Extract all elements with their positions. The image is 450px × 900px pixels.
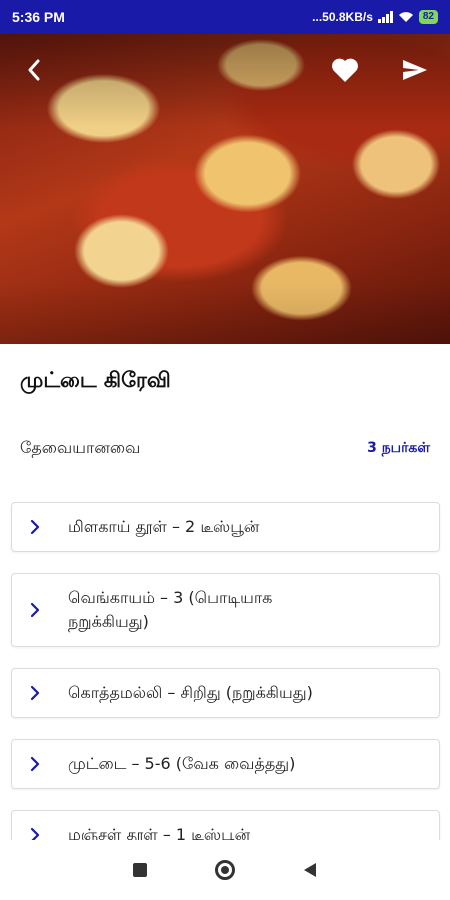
requirements-row: தேவையானவை 3 நபர்கள் bbox=[20, 438, 430, 459]
ingredient-item[interactable]: மிளகாய் தூள் – 2 டீஸ்பூன் bbox=[11, 502, 440, 552]
back-arrow-icon bbox=[28, 59, 40, 81]
recents-icon[interactable] bbox=[133, 863, 147, 877]
ingredient-item[interactable]: கொத்தமல்லி – சிறிது (நறுக்கியது) bbox=[11, 668, 440, 718]
back-triangle-icon[interactable] bbox=[303, 862, 317, 878]
favorite-button[interactable] bbox=[325, 50, 365, 90]
home-icon[interactable] bbox=[215, 860, 235, 880]
status-indicators: ...50.8KB/s 82 bbox=[312, 10, 438, 24]
recipe-hero-image bbox=[0, 34, 450, 344]
status-time: 5:36 PM bbox=[12, 9, 65, 25]
serves-count[interactable]: 3 நபர்கள் bbox=[367, 440, 430, 458]
share-button[interactable] bbox=[395, 50, 435, 90]
status-bar: 5:36 PM ...50.8KB/s 82 bbox=[0, 0, 450, 34]
ingredient-item[interactable]: முட்டை – 5-6 (வேக வைத்தது) bbox=[11, 739, 440, 789]
signal-icon bbox=[377, 11, 393, 23]
heart-icon bbox=[332, 58, 358, 82]
ingredient-list: மிளகாய் தூள் – 2 டீஸ்பூன் வெங்காயம் – 3 … bbox=[11, 502, 440, 881]
chevron-right-icon bbox=[30, 519, 44, 535]
back-button[interactable] bbox=[14, 50, 54, 90]
chevron-right-icon bbox=[30, 756, 44, 772]
chevron-right-icon bbox=[30, 602, 44, 618]
chevron-right-icon bbox=[30, 685, 44, 701]
network-speed: ...50.8KB/s bbox=[312, 10, 373, 24]
ingredient-text: வெங்காயம் – 3 (பொடியாக நறுக்கியது) bbox=[68, 588, 273, 631]
recipe-title: முட்டை கிரேவி bbox=[20, 368, 171, 392]
ingredient-text: கொத்தமல்லி – சிறிது (நறுக்கியது) bbox=[68, 683, 313, 702]
ingredient-text: முட்டை – 5-6 (வேக வைத்தது) bbox=[68, 754, 296, 773]
ingredient-text: மிளகாய் தூள் – 2 டீஸ்பூன் bbox=[68, 517, 260, 536]
battery-badge: 82 bbox=[418, 10, 438, 24]
ingredient-item[interactable]: வெங்காயம் – 3 (பொடியாக நறுக்கியது) bbox=[11, 573, 440, 647]
wifi-icon bbox=[398, 12, 413, 22]
send-icon bbox=[403, 60, 427, 80]
system-nav-bar bbox=[0, 840, 450, 900]
requirements-label: தேவையானவை bbox=[20, 438, 141, 457]
